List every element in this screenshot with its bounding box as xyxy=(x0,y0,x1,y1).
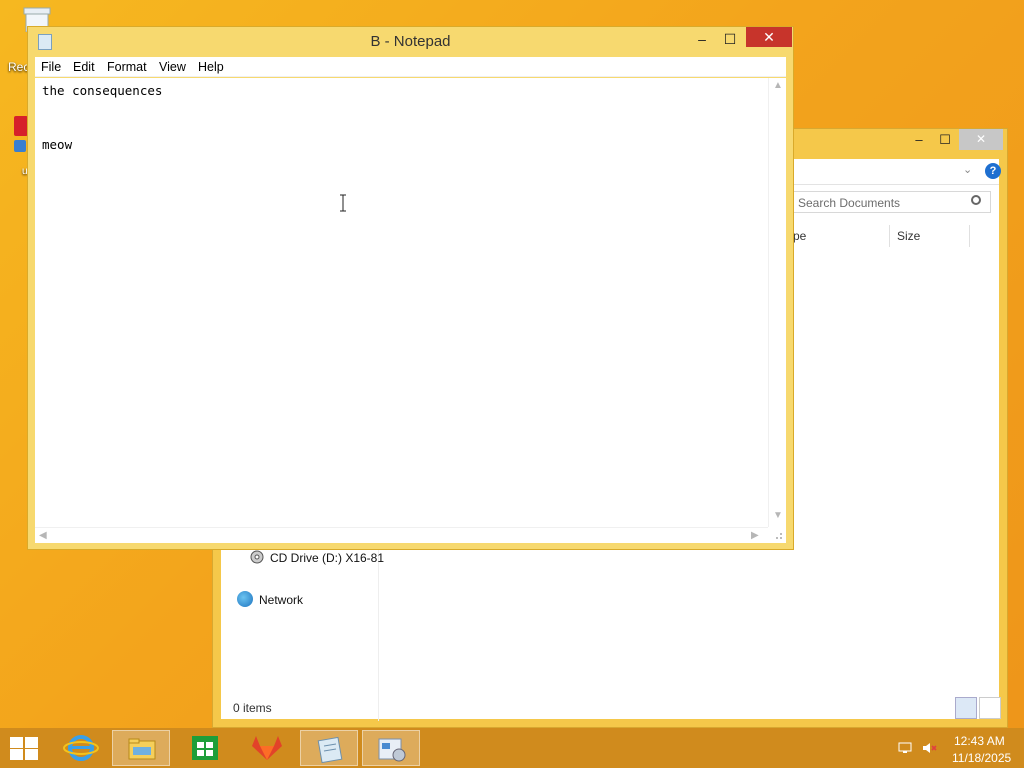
column-header-type[interactable]: pe xyxy=(793,229,806,243)
explorer-minimize-button[interactable]: – xyxy=(905,129,933,151)
scroll-down-icon[interactable]: ▼ xyxy=(773,510,783,521)
help-icon[interactable]: ? xyxy=(985,163,1001,179)
volume-muted-icon[interactable] xyxy=(922,742,937,754)
large-icons-view-button[interactable] xyxy=(979,697,1001,719)
menu-format[interactable]: Format xyxy=(107,60,147,74)
window-title: B - Notepad xyxy=(370,33,451,50)
explorer-maximize-button[interactable]: ☐ xyxy=(931,129,959,151)
store-icon[interactable] xyxy=(176,730,234,766)
clock-date[interactable]: 11/18/2025 xyxy=(952,751,1011,765)
vertical-scrollbar[interactable]: ▲ ▼ xyxy=(768,78,786,527)
taskbar xyxy=(0,728,1024,768)
file-explorer-icon[interactable] xyxy=(112,730,170,766)
explorer-close-button[interactable]: ✕ xyxy=(959,129,1003,150)
internet-explorer-icon[interactable] xyxy=(52,730,110,766)
column-separator xyxy=(969,225,970,247)
menu-help[interactable]: Help xyxy=(198,60,224,74)
maximize-button[interactable]: ☐ xyxy=(716,29,744,49)
control-panel-icon[interactable] xyxy=(362,730,420,766)
cd-drive-icon xyxy=(249,549,265,565)
chevron-down-icon[interactable]: ⌄ xyxy=(963,163,972,176)
menu-edit[interactable]: Edit xyxy=(73,60,95,74)
search-input[interactable]: Search Documents xyxy=(793,191,991,213)
notepad-taskbar-icon[interactable] xyxy=(300,730,358,766)
text-cursor-icon xyxy=(338,194,348,212)
text-line: meow xyxy=(42,137,73,152)
text-editor-area[interactable]: the consequences meow ▲ ▼ ◀ ▶ xyxy=(35,78,786,543)
details-view-button[interactable] xyxy=(955,697,977,719)
nav-item-cd-drive[interactable]: CD Drive (D:) X16-81 xyxy=(270,551,384,565)
scroll-right-icon[interactable]: ▶ xyxy=(751,530,759,541)
gitlab-icon[interactable] xyxy=(238,730,296,766)
nav-item-network[interactable]: Network xyxy=(259,593,303,607)
menu-view[interactable]: View xyxy=(159,60,186,74)
menu-file[interactable]: File xyxy=(41,60,61,74)
search-icon[interactable] xyxy=(971,195,981,205)
column-header-size[interactable]: Size xyxy=(897,229,920,243)
scroll-left-icon[interactable]: ◀ xyxy=(39,530,47,541)
start-button[interactable] xyxy=(8,736,38,760)
text-line: the consequences xyxy=(42,83,163,98)
notepad-window[interactable]: B - Notepad – ☐ ✕ File Edit Format View … xyxy=(27,26,794,550)
network-icon xyxy=(237,591,253,607)
close-button[interactable]: ✕ xyxy=(746,27,792,47)
status-item-count: 0 items xyxy=(233,701,272,715)
clock-time[interactable]: 12:43 AM xyxy=(954,734,1005,748)
horizontal-scrollbar[interactable]: ◀ ▶ xyxy=(35,527,768,543)
column-separator xyxy=(889,225,890,247)
menu-bar: File Edit Format View Help xyxy=(35,57,786,77)
resize-grip-icon[interactable] xyxy=(770,529,784,541)
network-tray-icon[interactable] xyxy=(898,742,912,754)
scroll-up-icon[interactable]: ▲ xyxy=(773,80,783,91)
minimize-button[interactable]: – xyxy=(688,29,716,49)
